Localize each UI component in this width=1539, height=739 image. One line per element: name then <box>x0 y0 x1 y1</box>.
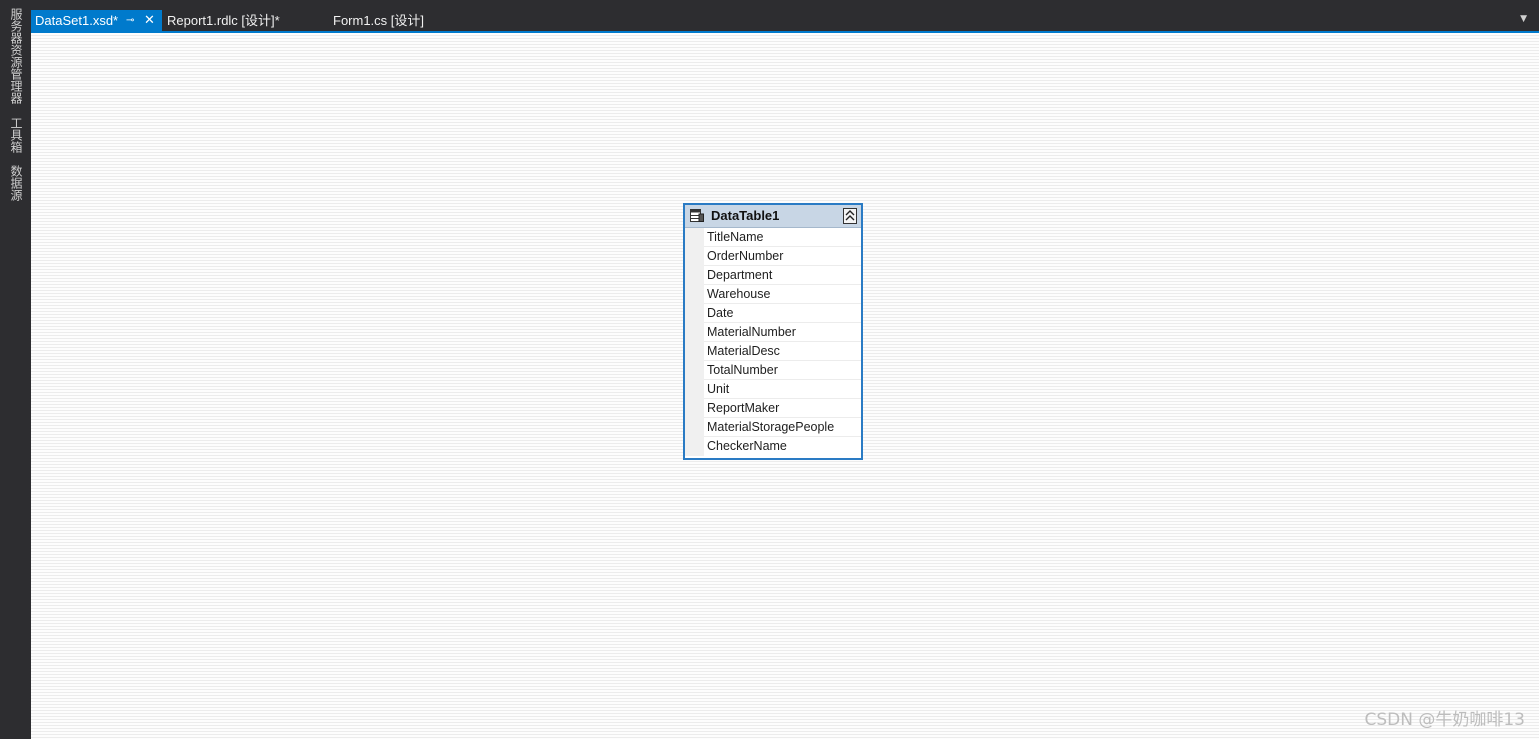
column-name: MaterialStoragePeople <box>707 420 835 434</box>
datatable-column-row[interactable]: Department <box>685 266 861 285</box>
column-name: MaterialNumber <box>707 325 796 339</box>
datatable-column-row[interactable]: TotalNumber <box>685 361 861 380</box>
chevron-down-icon[interactable]: ▼ <box>1520 14 1527 24</box>
datatable-columns: TitleName OrderNumber Department Warehouse D… <box>685 228 861 456</box>
row-selector[interactable] <box>685 285 704 304</box>
tab-label: Report1.rdlc [设计]* <box>167 13 280 28</box>
row-selector[interactable] <box>685 228 704 247</box>
close-icon[interactable]: ✕ <box>144 10 155 31</box>
dataset-designer-surface[interactable]: DataTable1 TitleName OrderNumber Departmen… <box>31 33 1539 739</box>
datatable-column-row[interactable]: Warehouse <box>685 285 861 304</box>
data-sources-tab[interactable]: 数据源 <box>7 165 25 201</box>
column-name: ReportMaker <box>707 401 780 415</box>
datatable-column-row[interactable]: CheckerName <box>685 437 861 456</box>
datatable-header[interactable]: DataTable1 <box>685 205 861 228</box>
row-selector[interactable] <box>685 418 704 437</box>
row-selector[interactable] <box>685 380 704 399</box>
column-name: Department <box>707 268 773 282</box>
datatable-box[interactable]: DataTable1 TitleName OrderNumber Departmen… <box>683 203 863 460</box>
tab-form1-cs[interactable]: Form1.cs [设计] <box>329 10 424 31</box>
datatable-title: DataTable1 <box>711 208 780 223</box>
column-name: TotalNumber <box>707 363 778 377</box>
column-name: Date <box>707 306 734 320</box>
row-selector[interactable] <box>685 437 704 456</box>
datatable-icon <box>690 209 704 222</box>
row-selector[interactable] <box>685 266 704 285</box>
row-selector[interactable] <box>685 399 704 418</box>
tab-report1-rdlc[interactable]: Report1.rdlc [设计]* <box>163 10 280 31</box>
tab-label: DataSet1.xsd* <box>35 13 119 28</box>
tab-dataset1-xsd[interactable]: DataSet1.xsd* ⊸ ✕ <box>31 10 162 31</box>
row-selector[interactable] <box>685 323 704 342</box>
column-name: Unit <box>707 382 730 396</box>
datatable-column-row[interactable]: Date <box>685 304 861 323</box>
row-selector[interactable] <box>685 361 704 380</box>
column-name: TitleName <box>707 230 764 244</box>
row-selector[interactable] <box>685 247 704 266</box>
datatable-column-row[interactable]: ReportMaker <box>685 399 861 418</box>
watermark: CSDN @牛奶咖啡13 <box>1364 710 1525 730</box>
toolbox-tab[interactable]: 工具箱 <box>7 117 25 153</box>
left-tool-strip: 服务器资源管理器 工具箱 数据源 <box>0 0 31 739</box>
double-chevron-up-icon <box>845 210 855 221</box>
document-tab-bar: DataSet1.xsd* ⊸ ✕ Report1.rdlc [设计]* For… <box>31 0 1539 33</box>
column-name: OrderNumber <box>707 249 784 263</box>
tab-label: Form1.cs [设计] <box>333 13 425 28</box>
datatable-column-row[interactable]: Unit <box>685 380 861 399</box>
datatable-column-row[interactable]: OrderNumber <box>685 247 861 266</box>
column-name: MaterialDesc <box>707 344 780 358</box>
column-name: CheckerName <box>707 439 787 453</box>
column-name: Warehouse <box>707 287 771 301</box>
datatable-column-row[interactable]: MaterialNumber <box>685 323 861 342</box>
visual-studio-window: 服务器资源管理器 工具箱 数据源 DataSet1.xsd* ⊸ ✕ Repor… <box>0 0 1539 739</box>
row-selector[interactable] <box>685 342 704 361</box>
pin-icon[interactable]: ⊸ <box>126 10 134 31</box>
collapse-icon[interactable] <box>843 208 857 224</box>
datatable-column-row[interactable]: MaterialStoragePeople <box>685 418 861 437</box>
datatable-column-row[interactable]: TitleName <box>685 228 861 247</box>
server-explorer-tab[interactable]: 服务器资源管理器 <box>7 8 25 104</box>
datatable-column-row[interactable]: MaterialDesc <box>685 342 861 361</box>
row-selector[interactable] <box>685 304 704 323</box>
